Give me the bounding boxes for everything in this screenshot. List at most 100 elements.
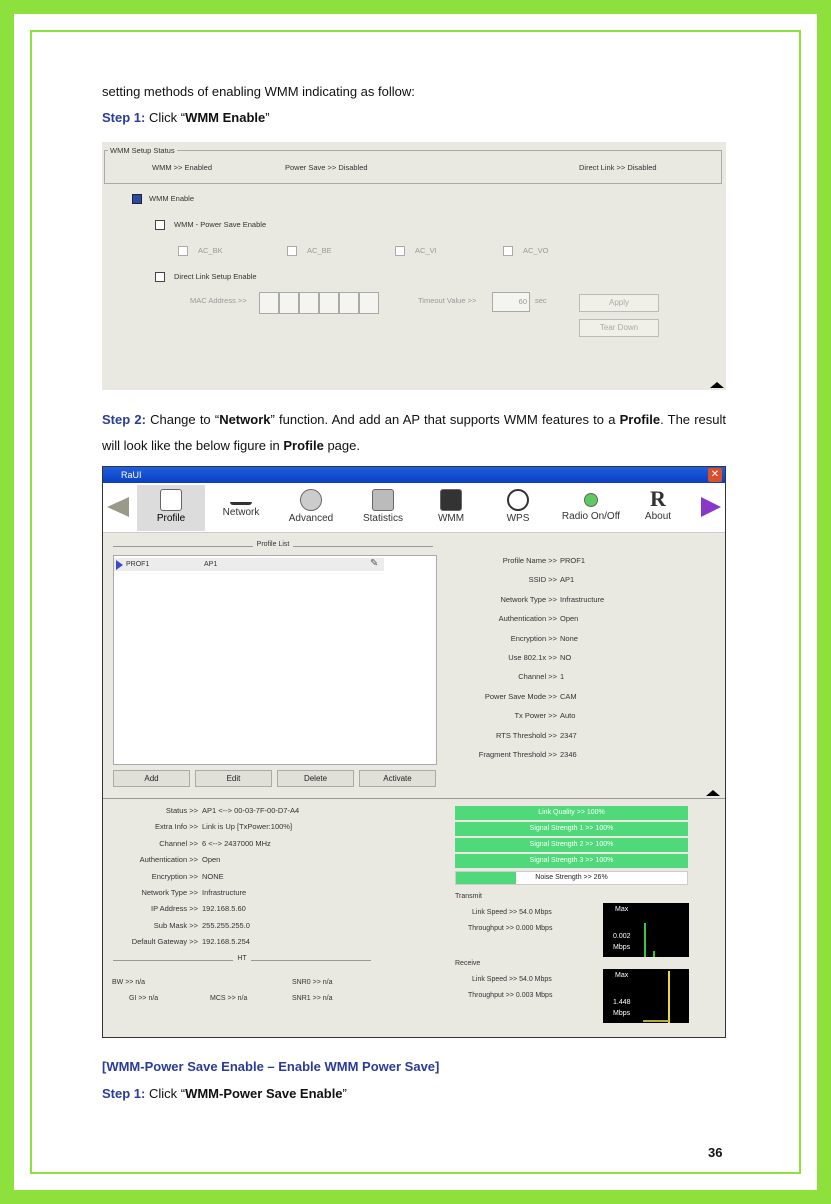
status-value: Infrastructure bbox=[202, 888, 247, 897]
frame-top bbox=[0, 0, 831, 14]
collapse-arrow-icon[interactable] bbox=[710, 382, 724, 388]
profile-detail-row: SSID >> AP1 bbox=[440, 575, 720, 584]
apply-button[interactable]: Apply bbox=[579, 294, 659, 312]
status-row: Sub Mask >> 255.255.255.0 bbox=[103, 921, 463, 930]
back-arrow-icon[interactable] bbox=[107, 497, 129, 517]
tab-wps[interactable]: WPS bbox=[493, 489, 543, 524]
rx-link-speed: Link Speed >> 54.0 Mbps bbox=[472, 976, 552, 983]
timeout-input[interactable]: 60 bbox=[492, 292, 530, 312]
tab-radio[interactable]: Radio On/Off bbox=[551, 489, 631, 522]
activate-button[interactable]: Activate bbox=[359, 770, 436, 787]
detail-key: Use 802.1x >> bbox=[508, 653, 557, 662]
detail-value: Open bbox=[560, 614, 579, 624]
snr1-label: SNR1 >> n/a bbox=[292, 995, 333, 1002]
ht-text: HT bbox=[233, 955, 251, 962]
ps-enable-checkbox[interactable] bbox=[155, 220, 165, 230]
intro-text: setting methods of enabling WMM indicati… bbox=[102, 84, 415, 99]
transmit-title: Transmit bbox=[455, 893, 482, 900]
tab-network[interactable]: Network bbox=[211, 491, 271, 518]
step-text-2: Click “ bbox=[145, 1086, 186, 1101]
step2-t1: Change to “ bbox=[145, 412, 220, 427]
add-button[interactable]: Add bbox=[113, 770, 190, 787]
profile-detail-row: RTS Threshold >> 2347 bbox=[440, 731, 720, 740]
mac-address-input[interactable] bbox=[259, 292, 379, 314]
wmm-status: WMM >> Enabled bbox=[152, 163, 213, 172]
active-profile-icon bbox=[116, 560, 123, 570]
status-key: Network Type >> bbox=[141, 888, 198, 897]
step2-t4: page. bbox=[323, 438, 360, 453]
status-value: 192.168.5.254 bbox=[202, 937, 250, 947]
profile-list-title: Profile List bbox=[113, 541, 433, 548]
ac-be-label: AC_BE bbox=[307, 246, 332, 255]
detail-value: CAM bbox=[560, 691, 577, 701]
tx-value: 0.002 bbox=[613, 933, 631, 940]
detail-value: PROF1 bbox=[560, 556, 586, 565]
step2-label: Step 2: bbox=[102, 412, 146, 427]
rx-value: 1.448 bbox=[613, 999, 631, 1006]
network-icon bbox=[230, 491, 252, 505]
status-row: Extra Info >> Link is Up [TxPower:100%] bbox=[103, 822, 463, 831]
collapse-arrow-icon-2[interactable] bbox=[706, 790, 720, 796]
tear-down-button[interactable]: Tear Down bbox=[579, 319, 659, 337]
status-key: Sub Mask >> bbox=[153, 920, 198, 930]
gears-icon bbox=[300, 489, 322, 511]
delete-button[interactable]: Delete bbox=[277, 770, 354, 787]
receive-title: Receive bbox=[455, 960, 481, 967]
dls-enable-checkbox[interactable] bbox=[155, 272, 165, 282]
profile-list-title-text: Profile List bbox=[252, 541, 294, 548]
detail-key: SSID >> bbox=[528, 575, 557, 585]
step-bold: WMM Enable bbox=[185, 110, 266, 125]
wmm-screenshot: WMM Setup Status WMM >> Enabled Power Sa… bbox=[102, 142, 726, 390]
ac-vo-checkbox[interactable] bbox=[503, 246, 513, 256]
profile-row-ssid: AP1 bbox=[204, 561, 218, 568]
tab-wmm-label: WMM bbox=[437, 513, 465, 524]
status-value: AP1 <--> 00-03-7F-00-D7-A4 bbox=[202, 806, 300, 815]
status-key: Default Gateway >> bbox=[131, 937, 198, 947]
detail-key: Profile Name >> bbox=[502, 556, 557, 565]
wmm-enable-checkbox[interactable] bbox=[132, 194, 142, 204]
step-label-2: Step 1: bbox=[102, 1086, 146, 1101]
tab-advanced[interactable]: Advanced bbox=[281, 489, 341, 524]
tab-radio-label: Radio On/Off bbox=[561, 511, 621, 522]
status-value: NONE bbox=[202, 871, 224, 881]
section-heading: [WMM-Power Save Enable – Enable WMM Powe… bbox=[102, 1059, 440, 1074]
rx-base bbox=[643, 1020, 669, 1022]
tx-spike bbox=[644, 923, 646, 957]
detail-key: Network Type >> bbox=[500, 594, 557, 604]
gi-label: GI >> n/a bbox=[129, 995, 159, 1002]
step-text: Click “ bbox=[145, 110, 186, 125]
sec-label: sec bbox=[535, 296, 547, 305]
dls-enable-label: Direct Link Setup Enable bbox=[174, 272, 257, 281]
step1-power-save: Step 1: Click “WMM-Power Save Enable” bbox=[102, 1086, 347, 1101]
profile-row[interactable] bbox=[114, 558, 384, 571]
ac-bk-checkbox[interactable] bbox=[178, 246, 188, 256]
wmm-group-title: WMM Setup Status bbox=[108, 146, 177, 155]
profile-list[interactable] bbox=[113, 555, 437, 765]
detail-value: NO bbox=[560, 653, 572, 662]
tab-about[interactable]: R About bbox=[633, 486, 683, 523]
about-r-icon: R bbox=[650, 486, 666, 511]
detail-value: 1 bbox=[560, 672, 565, 682]
wmm-icon bbox=[440, 489, 462, 511]
detail-value: 2347 bbox=[560, 730, 577, 740]
frame-bottom bbox=[0, 1190, 831, 1204]
tab-wps-label: WPS bbox=[506, 513, 530, 524]
detail-key: Encryption >> bbox=[510, 633, 557, 643]
ac-be-checkbox[interactable] bbox=[287, 246, 297, 256]
radio-icon bbox=[584, 493, 598, 507]
signal-strength-3-bar: Signal Strength 3 >> 100% bbox=[455, 854, 688, 868]
detail-key: Fragment Threshold >> bbox=[478, 750, 557, 759]
step1-wmm: Step 1: Click “WMM Enable” bbox=[102, 110, 270, 125]
tab-statistics[interactable]: Statistics bbox=[353, 489, 413, 524]
tab-wmm[interactable]: WMM bbox=[425, 489, 477, 524]
tab-statistics-label: Statistics bbox=[362, 513, 403, 524]
edit-button[interactable]: Edit bbox=[195, 770, 272, 787]
tab-profile[interactable]: Profile bbox=[137, 485, 205, 531]
detail-key: Authentication >> bbox=[498, 614, 557, 624]
forward-arrow-icon[interactable] bbox=[701, 497, 721, 517]
ac-vi-checkbox[interactable] bbox=[395, 246, 405, 256]
calculator-icon bbox=[372, 489, 394, 511]
tx-spike-2 bbox=[653, 951, 655, 957]
close-icon[interactable]: ✕ bbox=[708, 468, 722, 482]
status-key: Authentication >> bbox=[139, 855, 198, 865]
